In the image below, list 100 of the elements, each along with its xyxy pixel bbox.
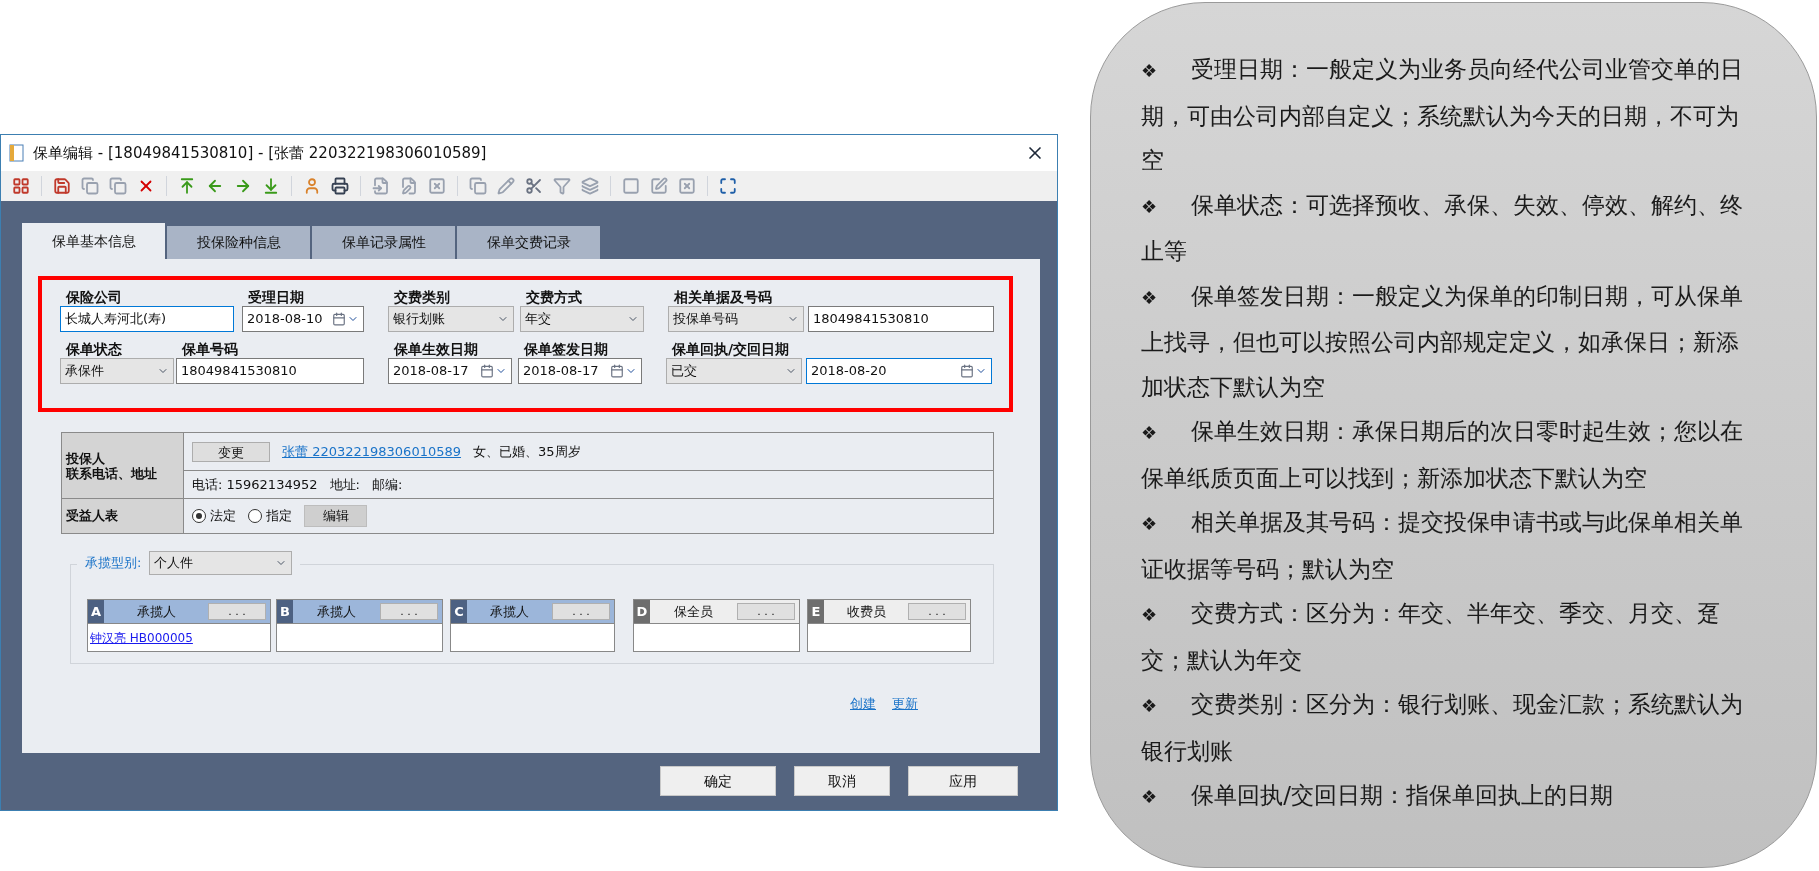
arrow-right-icon[interactable] [234, 177, 252, 195]
assignee-link[interactable]: 钟汉亮 HB000005 [90, 628, 193, 647]
radio-button[interactable] [248, 509, 262, 523]
note-text: ❖ 受理日期：一般定义为业务员向经代公司业管交单的日期，可由公司内部自定义；系统默认为今天的日期，不可为空 [1141, 55, 1745, 175]
slot-letter: A [88, 600, 104, 623]
date-field[interactable]: 2018-08-17 [388, 358, 512, 384]
header-text: 投保人 [66, 450, 106, 466]
browse-button[interactable]: . . . [908, 603, 966, 620]
radio-option[interactable]: 法定 [192, 506, 236, 526]
pencil-icon[interactable] [497, 177, 515, 195]
date-field[interactable]: 2018-08-17 [518, 358, 642, 384]
field-label: 保单回执/交回日期 [671, 340, 791, 358]
calendar-icon [480, 364, 494, 378]
slot-label: 保全员 [673, 602, 714, 621]
address-text: 地址: [329, 475, 360, 494]
tab[interactable]: 保单记录属性 [312, 226, 455, 259]
copy-icon[interactable] [81, 177, 99, 195]
copy-icon[interactable] [469, 177, 487, 195]
scissors-icon[interactable] [525, 177, 543, 195]
browse-button[interactable]: . . . [208, 603, 266, 620]
phone-text: 电话: 15962134952 [192, 475, 318, 494]
note-text: ❖ 保单状态：可选择预收、承保、失效、停效、解约、终止等 [1141, 190, 1745, 266]
copy-icon[interactable] [109, 177, 127, 195]
grid-icon[interactable] [12, 177, 30, 195]
slot-label: 承揽人 [489, 602, 530, 621]
postcode-text: 邮编: [371, 475, 403, 494]
arrow-up-icon[interactable] [178, 177, 196, 195]
slot-label: 承揽人 [135, 602, 177, 621]
browse-button[interactable]: . . . [552, 603, 610, 620]
edit-button[interactable]: 编辑 [304, 505, 367, 527]
browse-button[interactable]: . . . [737, 603, 795, 620]
square-icon[interactable] [622, 177, 640, 195]
slot-letter: B [277, 600, 293, 623]
delete-icon[interactable] [428, 177, 446, 195]
date-field[interactable]: 2018-08-20 [806, 358, 992, 384]
calendar-icon [960, 364, 974, 378]
calendar-icon [610, 364, 624, 378]
select-dropdown[interactable]: 已交 [666, 358, 802, 384]
select-dropdown[interactable]: 投保单号码 [668, 306, 804, 332]
field-label: 保单签发日期 [523, 340, 609, 358]
note-text: ❖ 相关单据及其号码：提交投保申请书或与此保单相关单证收据等号码；默认为空 [1141, 508, 1745, 584]
file-edit-icon[interactable] [400, 177, 418, 195]
window-title: 保单编辑 - [18049841530810] - [张蕾 220322198306010589] [33, 142, 488, 164]
fullscreen-icon[interactable] [719, 177, 737, 195]
select-dropdown[interactable]: 承保件 [60, 358, 174, 384]
field-label: 受理日期 [247, 288, 305, 306]
radio-label: 法定 [210, 507, 236, 526]
text-field[interactable]: 长城人寿河北(寿) [60, 306, 234, 332]
applicant-link[interactable]: 张蕾 220322198306010589 [282, 441, 461, 462]
save-icon[interactable] [53, 177, 71, 195]
select-dropdown[interactable]: 银行划账 [388, 306, 514, 332]
note-text: ❖ 保单生效日期：承保日期后的次日零时起生效；您以在保单纸质页面上可以找到；新添加状态下默认为空 [1141, 417, 1745, 493]
dialog-button[interactable]: 取消 [794, 766, 890, 796]
note-text: ❖ 保单签发日期：一般定义为保单的印制日期，可从保单上找寻，但也可以按照公司内部规定定义，如承保日；新添加状态下默认为空 [1141, 281, 1745, 402]
browse-button[interactable]: . . . [380, 603, 438, 620]
filter-icon[interactable] [553, 177, 571, 195]
slot-label: 承揽人 [316, 602, 357, 621]
file-icon[interactable] [372, 177, 390, 195]
action-link[interactable]: 创建 [850, 694, 876, 714]
note-text: ❖ 交费方式：区分为：年交、半年交、季交、月交、趸交；默认为年交 [1141, 599, 1722, 675]
radio-label: 指定 [266, 507, 292, 526]
applicant-details: 女、已婚、35周岁 [473, 442, 581, 461]
tab[interactable]: 投保险种信息 [167, 226, 310, 259]
row-header: 受益人表 [62, 498, 184, 533]
field-label: 相关单据及号码 [673, 288, 773, 306]
field-label: 保单号码 [181, 340, 239, 358]
slot-letter: D [634, 600, 650, 623]
edit-icon[interactable] [650, 177, 668, 195]
delete-icon[interactable] [678, 177, 696, 195]
user-icon[interactable] [303, 177, 321, 195]
slot-letter: C [451, 600, 467, 623]
field-label: 交费方式 [525, 288, 583, 306]
radio-button[interactable] [192, 509, 206, 523]
tab[interactable]: 保单基本信息 [22, 223, 165, 259]
select-dropdown[interactable]: 个人件 [149, 551, 293, 575]
document-icon [9, 144, 25, 162]
dialog-button[interactable]: 应用 [908, 766, 1018, 796]
printer-icon[interactable] [331, 177, 349, 195]
slot-letter: E [808, 600, 824, 623]
change-button[interactable]: 变更 [192, 441, 270, 462]
radio-option[interactable]: 指定 [248, 506, 292, 526]
note-text: ❖ 交费类别：区分为：银行划账、现金汇款；系统默认为银行划账 [1141, 690, 1745, 766]
arrow-down-icon[interactable] [262, 177, 280, 195]
text-field[interactable]: 18049841530810 [176, 358, 364, 384]
field-label: 保单生效日期 [393, 340, 479, 358]
note-text: ❖ 保单回执/交回日期：指保单回执上的日期 [1141, 781, 1614, 810]
header-text: 联系电话、地址 [66, 465, 158, 481]
field-label: 交费类别 [393, 288, 451, 306]
slot-label: 收费员 [845, 602, 887, 621]
dialog-button[interactable]: 确定 [660, 766, 776, 796]
type-label: 承揽型别: [85, 554, 142, 573]
tab[interactable]: 保单交费记录 [457, 226, 600, 259]
action-link[interactable]: 更新 [892, 694, 918, 714]
text-field[interactable]: 18049841530810 [808, 306, 994, 332]
select-dropdown[interactable]: 年交 [520, 306, 644, 332]
layers-icon[interactable] [581, 177, 599, 195]
field-label: 保险公司 [65, 288, 123, 306]
field-label: 保单状态 [65, 340, 123, 358]
calendar-icon [332, 312, 346, 326]
date-field[interactable]: 2018-08-10 [242, 306, 364, 332]
